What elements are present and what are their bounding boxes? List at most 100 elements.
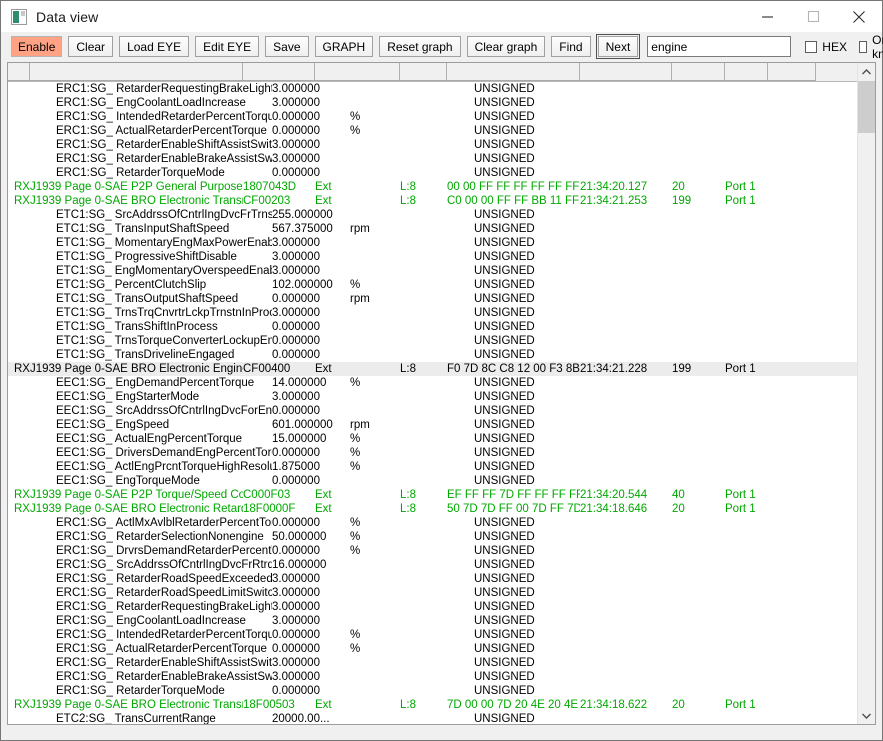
column-header-count[interactable]	[672, 63, 725, 81]
save-button[interactable]: Save	[265, 36, 309, 57]
scrollbar-thumb[interactable]	[858, 81, 875, 133]
signal-row[interactable]: EEC1:SG_ ActlEngPrcntTorqueHighResolutio…	[8, 460, 875, 474]
signal-name: ETC1:SG_ MomentaryEngMaxPowerEnable	[56, 237, 272, 249]
signal-name: ERC1:SG_ RetarderTorqueMode	[56, 685, 225, 697]
signal-row[interactable]: EEC1:SG_ EngTorqueMode 0.000000 UNSIGNED	[8, 474, 875, 488]
message-data-bytes: 50 7D 7D FF 00 7D FF 7D	[447, 503, 580, 515]
signal-signedness: UNSIGNED	[474, 293, 535, 305]
column-header-extra[interactable]	[768, 63, 816, 81]
signal-row[interactable]: ETC1:SG_ TransInputShaftSpeed 567.375000 r…	[8, 222, 875, 236]
signal-row[interactable]: ETC1:SG_ MomentaryEngMaxPowerEnable 3.000…	[8, 236, 875, 250]
signal-row[interactable]: ERC1:SG_ IntendedRetarderPercentTorque 0.…	[8, 628, 875, 642]
signal-row[interactable]: ERC1:SG_ DrvrsDemandRetarderPercentTor..…	[8, 544, 875, 558]
signal-row[interactable]: ETC1:SG_ TrnsTrqCnvrtrLckpTrnstnInProces…	[8, 306, 875, 320]
next-button[interactable]: Next	[595, 34, 641, 59]
close-icon[interactable]	[836, 1, 882, 32]
chevron-down-icon[interactable]	[858, 707, 875, 724]
signal-row[interactable]: ERC1:SG_ EngCoolantLoadIncrease 3.000000 U…	[8, 614, 875, 628]
message-port: Port 1	[725, 363, 756, 375]
signal-row[interactable]: ERC1:SG_ RetarderEnableBrakeAssistSwitch…	[8, 670, 875, 684]
message-row[interactable]: RXJ1939 Page 0-SAE P2P General Purpose V…	[8, 180, 875, 194]
maximize-icon[interactable]	[790, 1, 836, 32]
message-row[interactable]: RXJ1939 Page 0-SAE BRO Electronic Retard…	[8, 502, 875, 516]
signal-row[interactable]: ERC1:SG_ SrcAddrssOfCntrlIngDvcFrRtrdrCt…	[8, 558, 875, 572]
column-header-direction[interactable]	[8, 63, 30, 81]
minimize-icon[interactable]	[744, 1, 790, 32]
clear-graph-button[interactable]: Clear graph	[466, 36, 546, 57]
graph-button[interactable]: GRAPH	[314, 36, 374, 57]
signal-row[interactable]: ETC1:SG_ ProgressiveShiftDisable 3.000000…	[8, 250, 875, 264]
column-header-data[interactable]	[447, 63, 580, 81]
message-frame-type: Ext	[315, 195, 332, 207]
signal-row[interactable]: ETC1:SG_ TransDrivelineEngaged 0.000000 UN…	[8, 348, 875, 362]
only-known-checkbox[interactable]: Only known	[858, 33, 883, 61]
signal-unit: %	[350, 517, 361, 529]
message-row[interactable]: RXJ1939 Page 0-SAE P2P Torque/Speed Cont…	[8, 488, 875, 502]
load-eye-button[interactable]: Load EYE	[119, 36, 190, 57]
signal-row[interactable]: ERC1:SG_ RetarderTorqueMode 0.000000 UNSIG…	[8, 166, 875, 180]
signal-row[interactable]: ERC1:SG_ RetarderSelectionNonengine 50.00…	[8, 530, 875, 544]
signal-row[interactable]: EEC1:SG_ ActualEngPercentTorque 15.000000…	[8, 432, 875, 446]
only-known-checkbox-box[interactable]	[858, 40, 868, 53]
signal-indent	[8, 516, 56, 530]
signal-row[interactable]: EEC1:SG_ DriversDemandEngPercentTorque 0.…	[8, 446, 875, 460]
signal-value: 3.000000	[272, 97, 320, 109]
signal-row[interactable]: EEC1:SG_ SrcAddrssOfCntrlIngDvcForEngCtr…	[8, 404, 875, 418]
message-row[interactable]: RXJ1939 Page 0-SAE BRO Electronic Engine…	[8, 362, 875, 376]
window-title: Data view	[36, 8, 99, 25]
signal-row[interactable]: ERC1:SG_ ActlMxAvlblRetarderPercentTorqu…	[8, 516, 875, 530]
signal-indent	[8, 82, 56, 96]
signal-name: EEC1:SG_ EngStarterMode	[56, 391, 200, 403]
signal-value: 3.000000	[272, 237, 320, 249]
edit-eye-button[interactable]: Edit EYE	[195, 36, 260, 57]
signal-row[interactable]: ETC1:SG_ TrnsTorqueConverterLockupEnga..…	[8, 334, 875, 348]
signal-row[interactable]: ETC1:SG_ PercentClutchSlip 102.000000% UNS…	[8, 278, 875, 292]
signal-row[interactable]: ERC1:SG_ RetarderTorqueMode 0.000000 UNSIG…	[8, 684, 875, 698]
hex-checkbox[interactable]: HEX	[805, 40, 847, 54]
signal-row[interactable]: EEC1:SG_ EngDemandPercentTorque 14.000000…	[8, 376, 875, 390]
signal-row[interactable]: ERC1:SG_ RetarderRoadSpeedExceededSta...…	[8, 572, 875, 586]
signal-row[interactable]: ERC1:SG_ RetarderEnableBrakeAssistSwitch…	[8, 152, 875, 166]
chevron-up-icon[interactable]	[858, 63, 875, 80]
signal-row[interactable]: ERC1:SG_ RetarderRequestingBrakeLight 3.0…	[8, 82, 875, 96]
signal-name: ETC1:SG_ TrnsTrqCnvrtrLckpTrnstnInProces…	[56, 307, 272, 319]
signal-value: 0.000000	[272, 643, 320, 655]
column-header-frame[interactable]	[315, 63, 400, 81]
column-header-name[interactable]	[30, 63, 243, 81]
signal-row[interactable]: ERC1:SG_ RetarderEnableShiftAssistSwitch…	[8, 138, 875, 152]
hex-checkbox-box[interactable]	[805, 40, 818, 53]
signal-row[interactable]: ETC1:SG_ SrcAddrssOfCntrlIngDvcFrTrnsCtr…	[8, 208, 875, 222]
signal-row[interactable]: ETC1:SG_ TransShiftInProcess 0.000000 UNSI…	[8, 320, 875, 334]
signal-row[interactable]: ERC1:SG_ ActualRetarderPercentTorque 0.00…	[8, 642, 875, 656]
column-header-id[interactable]	[243, 63, 315, 81]
column-header-time[interactable]	[580, 63, 672, 81]
signal-indent	[8, 292, 56, 306]
vertical-scrollbar[interactable]	[857, 63, 875, 724]
scrollbar-track[interactable]	[858, 80, 875, 707]
signal-row[interactable]: ERC1:SG_ ActualRetarderPercentTorque 0.00…	[8, 124, 875, 138]
search-input[interactable]	[647, 36, 792, 57]
signal-row[interactable]: ERC1:SG_ RetarderRoadSpeedLimitSwitch 3.0…	[8, 586, 875, 600]
column-header-length[interactable]	[400, 63, 447, 81]
signal-row[interactable]: ETC2:SG_ TransCurrentRange 20000.00... UNS…	[8, 712, 875, 724]
signal-row[interactable]: ERC1:SG_ IntendedRetarderPercentTorque 0.…	[8, 110, 875, 124]
signal-row[interactable]: EEC1:SG_ EngSpeed 601.000000 rpm UNSIGNED	[8, 418, 875, 432]
signal-unit	[350, 82, 474, 96]
signal-row[interactable]: ETC1:SG_ TransOutputShaftSpeed 0.000000 rp…	[8, 292, 875, 306]
signal-indent	[8, 404, 56, 418]
message-port: Port 1	[725, 181, 756, 193]
clear-button[interactable]: Clear	[68, 36, 114, 57]
reset-graph-button[interactable]: Reset graph	[379, 36, 461, 57]
data-view-window: Data view Enable Clear Load EYE Edit EYE…	[0, 0, 883, 741]
column-header-port[interactable]	[725, 63, 768, 81]
message-row[interactable]: RXJ1939 Page 0-SAE BRO Electronic Transm…	[8, 194, 875, 208]
message-id: 18F0000F	[243, 503, 296, 515]
enable-button[interactable]: Enable	[11, 36, 63, 57]
signal-row[interactable]: ERC1:SG_ RetarderEnableShiftAssistSwitch…	[8, 656, 875, 670]
signal-row[interactable]: ETC1:SG_ EngMomentaryOverspeedEnable 3.00…	[8, 264, 875, 278]
signal-row[interactable]: ERC1:SG_ EngCoolantLoadIncrease 3.000000 U…	[8, 96, 875, 110]
signal-row[interactable]: ERC1:SG_ RetarderRequestingBrakeLight 3.0…	[8, 600, 875, 614]
message-row[interactable]: RXJ1939 Page 0-SAE BRO Electronic Transm…	[8, 698, 875, 712]
signal-row[interactable]: EEC1:SG_ EngStarterMode 3.000000 UNSIGNED	[8, 390, 875, 404]
find-button[interactable]: Find	[551, 36, 591, 57]
